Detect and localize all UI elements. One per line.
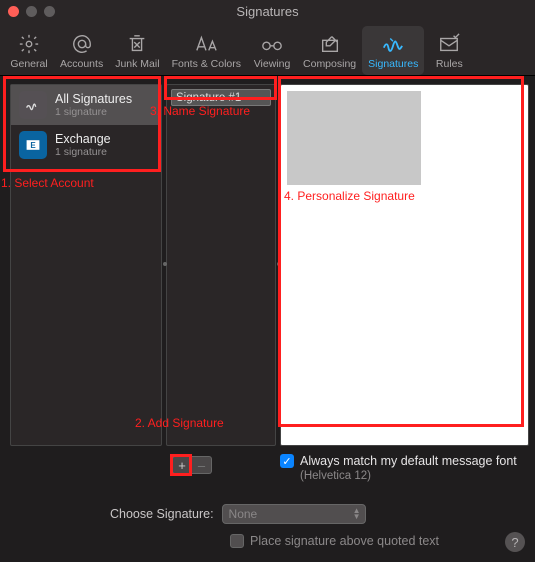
compose-icon xyxy=(319,32,341,56)
remove-signature-button[interactable]: – xyxy=(192,456,212,474)
question-icon: ? xyxy=(511,535,518,550)
zoom-window-button[interactable] xyxy=(44,6,55,17)
envelope-icon xyxy=(438,32,460,56)
select-value: None xyxy=(229,507,258,521)
account-subtitle: 1 signature xyxy=(55,146,111,158)
tab-viewing[interactable]: Viewing xyxy=(247,26,297,75)
minimize-window-button[interactable] xyxy=(26,6,37,17)
close-window-button[interactable] xyxy=(8,6,19,17)
gear-icon xyxy=(18,32,40,56)
column-resizer[interactable] xyxy=(163,262,167,266)
choose-signature-row: Choose Signature: None ▲▼ xyxy=(12,504,523,524)
match-font-checkbox[interactable]: ✓ xyxy=(280,454,294,468)
tab-label: Fonts & Colors xyxy=(172,58,241,70)
match-font-row: ✓ Always match my default message font xyxy=(280,454,523,468)
signature-preview-image xyxy=(287,91,421,185)
tab-label: Viewing xyxy=(254,58,291,70)
place-above-checkbox[interactable] xyxy=(230,534,244,548)
plus-icon: + xyxy=(178,458,186,473)
tab-label: Signatures xyxy=(368,58,418,70)
window-controls xyxy=(8,6,55,17)
tab-label: Rules xyxy=(436,58,463,70)
font-note: (Helvetica 12) xyxy=(300,470,523,482)
choose-signature-select[interactable]: None ▲▼ xyxy=(222,504,366,524)
preferences-toolbar: General Accounts Junk Mail Fonts & Color… xyxy=(0,22,535,76)
account-all-signatures[interactable]: All Signatures 1 signature xyxy=(11,85,161,125)
exchange-badge-icon: E xyxy=(19,131,47,159)
signatures-list[interactable]: Signature #1 xyxy=(166,84,276,446)
match-font-label: Always match my default message font xyxy=(300,454,517,468)
tab-composing[interactable]: Composing xyxy=(297,26,362,75)
tab-label: Composing xyxy=(303,58,356,70)
help-button[interactable]: ? xyxy=(505,532,525,552)
choose-signature-label: Choose Signature: xyxy=(110,507,214,521)
tab-rules[interactable]: Rules xyxy=(424,26,474,75)
signature-icon xyxy=(381,32,405,56)
accounts-list[interactable]: All Signatures 1 signature E Exchange 1 … xyxy=(10,84,162,446)
bottom-controls: + – ✓ Always match my default message fo… xyxy=(0,452,535,556)
signature-badge-icon xyxy=(19,91,47,119)
account-title: Exchange xyxy=(55,132,111,146)
signature-name-field[interactable]: Signature #1 xyxy=(171,89,271,106)
chevron-updown-icon: ▲▼ xyxy=(353,508,361,519)
account-subtitle: 1 signature xyxy=(55,106,132,118)
signature-editor[interactable] xyxy=(280,84,529,446)
at-icon xyxy=(71,32,93,56)
tab-label: Accounts xyxy=(60,58,103,70)
minus-icon: – xyxy=(198,458,205,473)
tab-label: Junk Mail xyxy=(115,58,159,70)
tab-fonts-colors[interactable]: Fonts & Colors xyxy=(166,26,247,75)
glasses-icon xyxy=(259,32,285,56)
tab-label: General xyxy=(10,58,47,70)
tab-signatures[interactable]: Signatures xyxy=(362,26,424,75)
add-signature-button[interactable]: + xyxy=(172,456,192,474)
tab-junk-mail[interactable]: Junk Mail xyxy=(109,26,165,75)
place-above-row: Place signature above quoted text xyxy=(12,534,523,548)
main-content: All Signatures 1 signature E Exchange 1 … xyxy=(0,76,535,452)
account-title: All Signatures xyxy=(55,92,132,106)
svg-text:E: E xyxy=(30,141,36,150)
tab-accounts[interactable]: Accounts xyxy=(54,26,109,75)
font-icon xyxy=(194,32,218,56)
account-exchange[interactable]: E Exchange 1 signature xyxy=(11,125,161,165)
trash-icon xyxy=(126,32,148,56)
column-resizer[interactable] xyxy=(277,262,281,266)
window-title: Signatures xyxy=(0,4,535,19)
tab-general[interactable]: General xyxy=(4,26,54,75)
titlebar: Signatures xyxy=(0,0,535,22)
place-above-label: Place signature above quoted text xyxy=(250,534,439,548)
